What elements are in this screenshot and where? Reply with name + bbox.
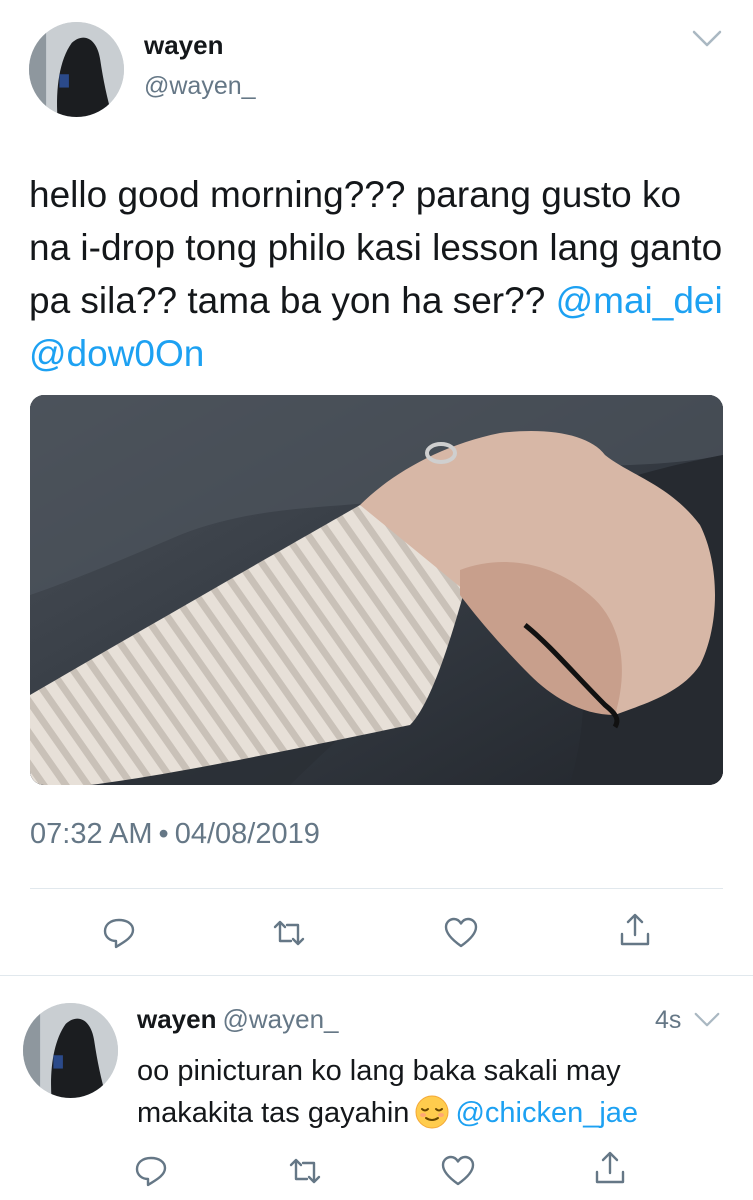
reply-text: oo pinicturan ko lang baka sakali may ma… [137, 1050, 737, 1134]
like-icon[interactable] [443, 915, 479, 951]
reply-display-name[interactable]: wayen [137, 1004, 217, 1034]
share-icon[interactable] [592, 1150, 628, 1186]
reply-age: 4s [655, 1006, 682, 1034]
divider [0, 975, 753, 976]
user-handle[interactable]: @wayen_ [144, 72, 256, 101]
divider [30, 888, 723, 889]
retweet-icon[interactable] [287, 1153, 323, 1189]
tweet-photo[interactable] [30, 395, 723, 785]
tweet-time: 07:32 AM [30, 818, 153, 850]
mention-link[interactable]: @chicken_jae [455, 1097, 638, 1129]
profile-avatar[interactable] [29, 22, 124, 117]
reply-header: wayen @wayen_ [137, 1004, 339, 1035]
display-name[interactable]: wayen [144, 30, 224, 61]
chevron-down-icon[interactable] [694, 1012, 720, 1028]
share-icon[interactable] [617, 912, 653, 948]
reply-icon[interactable] [101, 915, 137, 951]
reply-handle[interactable]: @wayen_ [223, 1004, 339, 1034]
mention-link[interactable]: @dow0On [29, 333, 204, 374]
separator-dot: • [158, 818, 169, 850]
tweet-date: 04/08/2019 [174, 818, 320, 850]
retweet-icon[interactable] [271, 915, 307, 951]
tweet-timestamp: 07:32 AM • 04/08/2019 [30, 818, 320, 851]
chevron-down-icon[interactable] [692, 30, 722, 48]
mention-link[interactable]: @mai_dei [556, 280, 723, 321]
relieved-face-emoji [415, 1095, 449, 1129]
reply-icon[interactable] [133, 1153, 169, 1189]
tweet-text: hello good morning??? parang gusto ko na… [29, 168, 729, 380]
reply-avatar[interactable] [23, 1003, 118, 1098]
like-icon[interactable] [440, 1153, 476, 1189]
